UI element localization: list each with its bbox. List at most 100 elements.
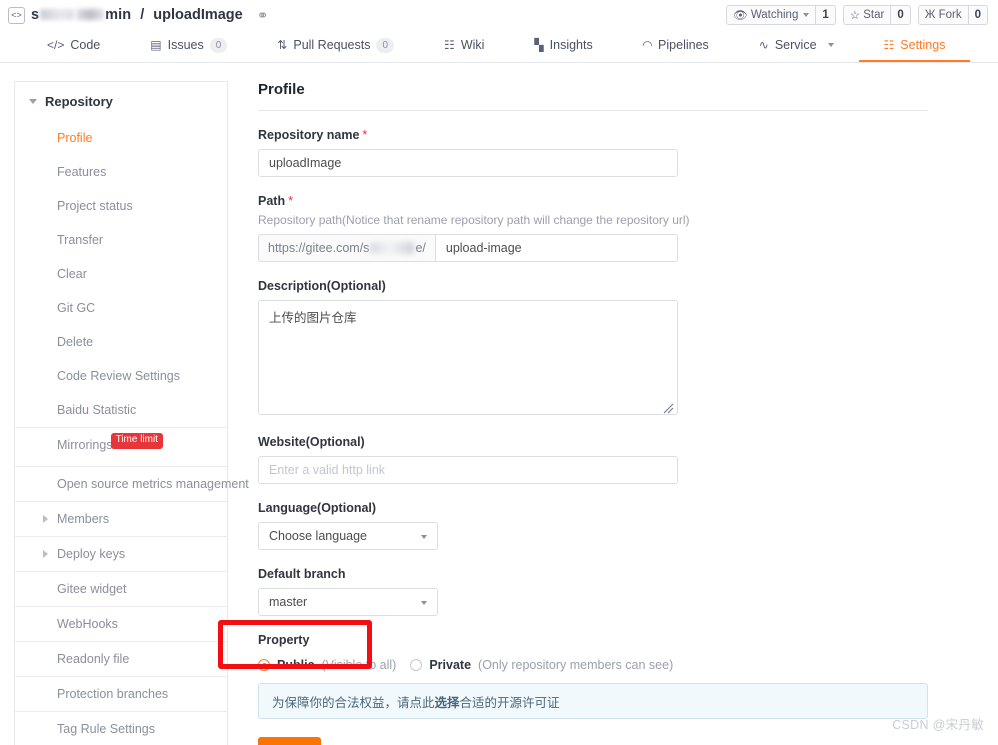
sidebar-item-clear[interactable]: Clear: [15, 257, 227, 291]
repo-owner-prefix: s: [31, 7, 40, 23]
sidebar-item-deploy-keys[interactable]: Deploy keys: [15, 535, 227, 571]
sidebar-item-label: Deploy keys: [57, 546, 126, 561]
radio-public[interactable]: [258, 659, 270, 671]
tab-pull-requests[interactable]: ⇅ Pull Requests 0: [252, 30, 419, 62]
time-limit-badge: Time limit: [110, 433, 163, 449]
sidebar-item-label: Protection branches: [57, 686, 169, 701]
sidebar-item-webhooks[interactable]: WebHooks: [15, 605, 227, 641]
sidebar-item-label: Members: [57, 511, 110, 526]
fork-label: Fork: [938, 9, 962, 21]
fork-icon: Ж: [924, 9, 936, 21]
repository-name-label-text: Repository name: [258, 128, 360, 142]
path-input-group: https://gitee.com/s e/: [258, 234, 678, 262]
tab-code-label: Code: [70, 38, 101, 52]
tab-insights[interactable]: ▚ Insights: [509, 30, 617, 62]
property-public-label: Public: [277, 658, 315, 672]
default-branch-select[interactable]: master: [258, 588, 438, 616]
radio-private[interactable]: [410, 659, 423, 671]
tab-pipelines-label: Pipelines: [658, 38, 709, 52]
sidebar-item-open-source-metrics-management[interactable]: Open source metrics management: [15, 465, 249, 501]
star-count: 0: [891, 5, 911, 25]
star-button[interactable]: ☆ Star: [842, 5, 892, 25]
default-branch-select-value: master: [269, 595, 308, 609]
sidebar-item-mirrorings[interactable]: Mirrorings Time limit: [15, 427, 227, 466]
save-button[interactable]: Save: [258, 737, 321, 745]
medal-badge-icon[interactable]: ⚭: [257, 8, 269, 22]
tab-pipelines[interactable]: ◜◝ Pipelines: [618, 30, 734, 62]
required-asterisk: *: [288, 194, 293, 208]
wiki-icon: ☷: [444, 38, 455, 52]
sidebar-item-baidu-statistic[interactable]: Baidu Statistic: [15, 393, 227, 427]
license-notice-banner: 为保障你的合法权益，请点此 选择 合适的开源许可证: [258, 683, 928, 719]
property-private-label: Private: [429, 658, 472, 672]
pull-requests-count-badge: 0: [376, 37, 395, 53]
repository-name-field: Repository name *: [258, 128, 678, 177]
tab-wiki[interactable]: ☷ Wiki: [419, 30, 509, 62]
description-field: Description(Optional) 上传的图片仓库: [258, 279, 678, 418]
sidebar-item-label: Transfer: [57, 233, 104, 247]
settings-sidebar: Repository Profile Features Project stat…: [14, 81, 249, 745]
sidebar-item-git-gc[interactable]: Git GC: [15, 291, 227, 325]
watching-button[interactable]: 👁 Watching: [726, 5, 817, 25]
description-label: Description(Optional): [258, 279, 386, 293]
path-hint: Repository path(Notice that rename repos…: [258, 213, 690, 227]
notice-link[interactable]: 选择: [435, 692, 460, 711]
chevron-down-icon: [421, 535, 427, 539]
sidebar-item-features[interactable]: Features: [15, 155, 227, 189]
chevron-down-icon: [827, 43, 834, 47]
website-label: Website(Optional): [258, 435, 365, 449]
path-field: Path * Repository path(Notice that rename…: [258, 194, 690, 262]
sidebar-item-label: WebHooks: [57, 616, 118, 631]
settings-icon: ☷: [883, 38, 895, 52]
sidebar-item-gitee-widget[interactable]: Gitee widget: [15, 570, 227, 606]
tab-settings-label: Settings: [900, 38, 946, 52]
sidebar-item-transfer[interactable]: Transfer: [15, 223, 227, 257]
repo-nav-tabs: </> Code ▤ Issues 0 ⇅ Pull Requests 0 ☷ …: [0, 30, 998, 63]
watching-button-group[interactable]: 👁 Watching 1: [726, 5, 836, 25]
sidebar-item-code-review-settings[interactable]: Code Review Settings: [15, 359, 227, 393]
website-field: Website(Optional): [258, 435, 678, 484]
language-select[interactable]: Choose language: [258, 522, 438, 550]
redaction-blur: [40, 9, 75, 20]
star-button-group[interactable]: ☆ Star 0: [842, 5, 911, 25]
chevron-down-icon: [421, 601, 427, 605]
page-title: Profile: [258, 81, 928, 111]
property-option-public[interactable]: Public (Visible to all): [258, 658, 396, 672]
sidebar-item-label: Mirrorings: [57, 438, 113, 452]
chevron-right-icon: [43, 549, 48, 558]
sidebar-item-readonly-file[interactable]: Readonly file: [15, 640, 227, 676]
path-input[interactable]: [434, 234, 678, 262]
code-icon: </>: [47, 38, 65, 52]
property-option-private[interactable]: Private (Only repository members can see…: [410, 658, 673, 672]
sidebar-group-label: Repository: [45, 94, 113, 109]
sidebar-item-tag-rule-settings[interactable]: Tag Rule Settings: [15, 710, 227, 745]
sidebar-group-repository[interactable]: Repository: [15, 82, 227, 121]
redaction-blur: [370, 242, 415, 254]
fork-button-group[interactable]: Ж Fork 0: [917, 5, 988, 25]
sidebar-item-label: Project status: [57, 199, 133, 213]
sidebar-item-profile[interactable]: Profile: [15, 121, 227, 155]
sidebar-item-label: Baidu Statistic: [57, 403, 137, 417]
tab-issues[interactable]: ▤ Issues 0: [125, 30, 252, 62]
sidebar-item-delete[interactable]: Delete: [15, 325, 227, 359]
sidebar-item-members[interactable]: Members: [15, 500, 227, 536]
sidebar-item-protection-branches[interactable]: Protection branches: [15, 675, 227, 711]
tab-service[interactable]: ∿ Service: [734, 30, 859, 62]
tab-pull-requests-label: Pull Requests: [293, 38, 371, 52]
chevron-down-icon: [29, 99, 37, 104]
repo-owner-link[interactable]: s min: [31, 7, 131, 23]
tab-code[interactable]: </> Code: [22, 30, 125, 62]
default-branch-field: Default branch master: [258, 567, 678, 616]
description-textarea[interactable]: 上传的图片仓库: [258, 300, 678, 415]
repo-name-link[interactable]: uploadImage: [153, 7, 242, 23]
sidebar-item-label: Git GC: [57, 301, 96, 315]
fork-button[interactable]: Ж Fork: [917, 5, 969, 25]
page-body: Repository Profile Features Project stat…: [0, 63, 998, 745]
tab-settings[interactable]: ☷ Settings: [858, 30, 971, 62]
sidebar-item-project-status[interactable]: Project status: [15, 189, 227, 223]
property-label: Property: [258, 633, 310, 647]
repo-actions: 👁 Watching 1 ☆ Star 0 Ж Fork 0: [726, 5, 988, 25]
repository-name-input[interactable]: [258, 149, 678, 177]
website-input[interactable]: [258, 456, 678, 484]
tab-insights-label: Insights: [549, 38, 593, 52]
